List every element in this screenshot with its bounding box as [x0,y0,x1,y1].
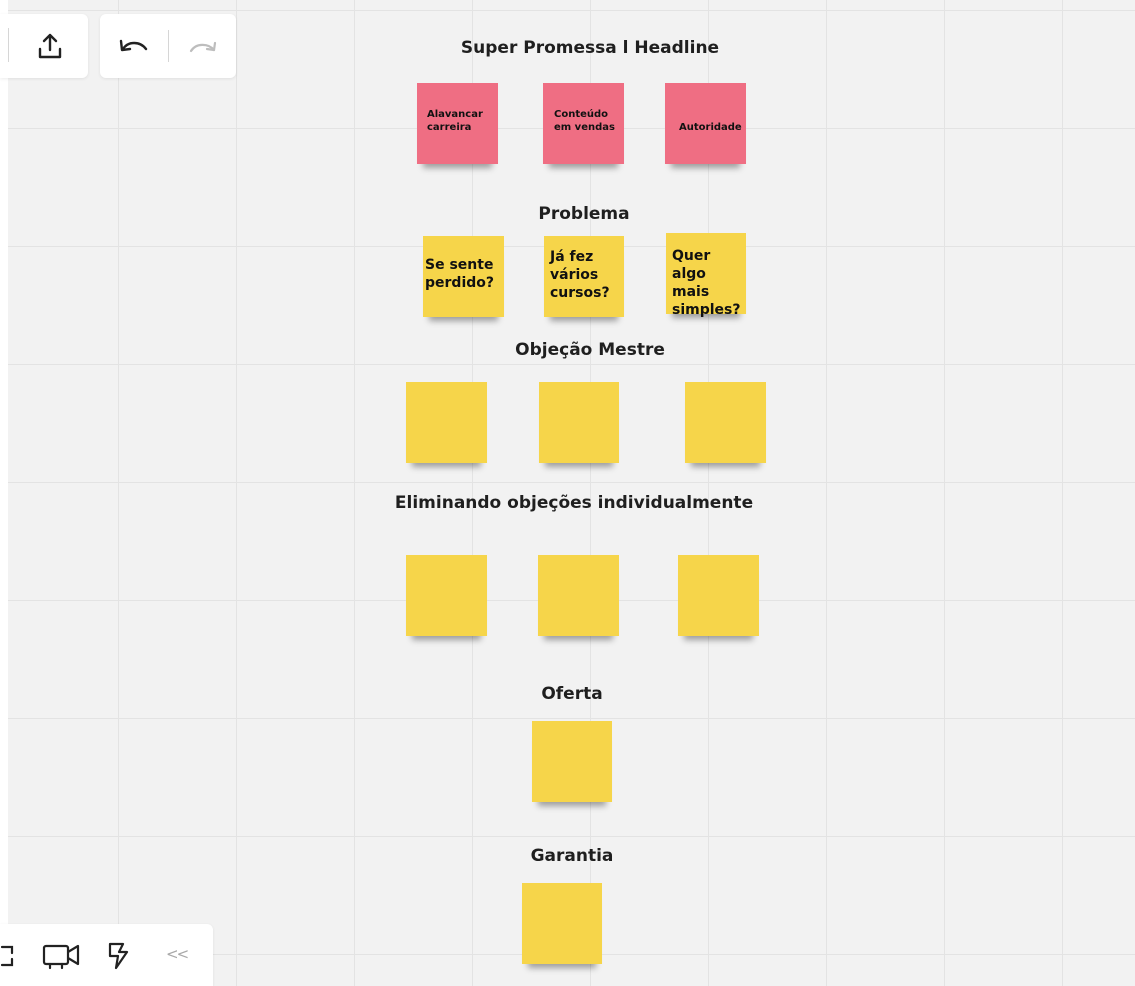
lightning-icon[interactable] [106,941,130,971]
section-title-guarantee: Garantia [530,846,614,866]
sticky-note-text: Se sente perdido? [425,257,495,291]
toolbar-divider [8,28,9,62]
section-title-problem: Problema [538,204,630,224]
sticky-note[interactable]: Quer algo mais simples? [666,233,746,318]
sticky-note[interactable]: Autoridade [665,83,746,164]
sticky-note[interactable] [538,555,619,636]
sticky-note[interactable]: Já fez vários cursos? [544,236,624,317]
sticky-note-text: Já fez vários cursos? [550,249,610,301]
section-title-master-objection: Objeção Mestre [515,340,665,360]
sticky-note[interactable] [406,382,487,463]
fit-screen-icon[interactable] [0,944,20,968]
upload-icon[interactable] [36,32,64,60]
bottom-toolbar: << [0,924,213,986]
undo-icon[interactable] [118,36,150,58]
section-title-objections: Eliminando objeções individualmente [394,493,754,513]
section-title-headline: Super Promessa l Headline [460,38,720,58]
sticky-note[interactable] [685,382,766,463]
section-title-offer: Oferta [541,684,603,704]
sticky-note-text: Alavancar carreira [427,109,483,133]
redo-icon[interactable] [188,38,218,56]
sticky-note-text: Autoridade [679,122,742,133]
sticky-note[interactable] [522,883,602,964]
sticky-note[interactable] [539,382,619,463]
sticky-note[interactable]: Alavancar carreira [417,83,498,164]
toolbar-divider [168,30,169,62]
sticky-note[interactable] [406,555,487,636]
sticky-note[interactable]: Se sente perdido? [423,236,504,317]
sticky-note-text: Quer algo mais simples? [672,248,741,318]
share-toolbar [0,14,88,78]
collapse-icon[interactable]: << [166,945,189,963]
history-toolbar [100,14,236,78]
sticky-note[interactable] [678,555,759,636]
sticky-note-text: Conteúdo em vendas [554,109,615,133]
sticky-note[interactable]: Conteúdo em vendas [543,83,624,164]
video-icon[interactable] [42,942,82,970]
sticky-note[interactable] [532,721,612,802]
